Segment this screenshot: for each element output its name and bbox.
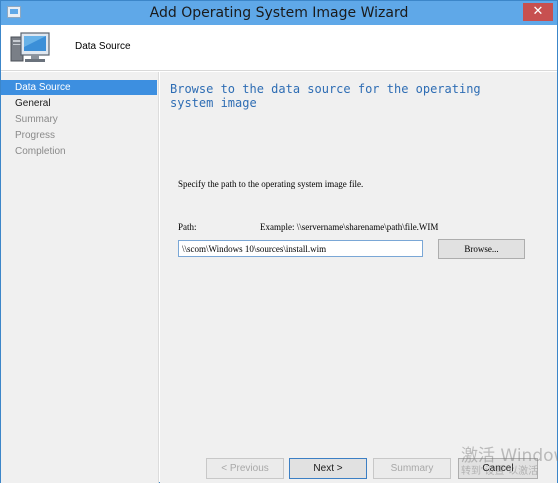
close-button[interactable]: ✕ <box>523 3 553 21</box>
next-button[interactable]: Next > <box>289 458 367 479</box>
sidebar-item-data-source[interactable]: Data Source <box>1 80 157 95</box>
wizard-footer: < Previous Next > Summary Cancel <box>160 454 557 483</box>
wizard-content: Browse to the data source for the operat… <box>160 72 557 454</box>
cancel-button[interactable]: Cancel <box>458 458 538 479</box>
sidebar-item-general[interactable]: General <box>1 96 157 111</box>
sidebar-item-completion[interactable]: Completion <box>1 144 157 159</box>
step-title: Data Source <box>75 41 131 52</box>
sidebar-item-progress[interactable]: Progress <box>1 128 157 143</box>
window-title: Add Operating System Image Wizard <box>149 5 409 21</box>
computer-monitor-icon <box>10 32 50 62</box>
instruction-text: Specify the path to the operating system… <box>178 179 364 189</box>
browse-button[interactable]: Browse... <box>438 239 525 259</box>
path-input[interactable]: \\scom\Windows 10\sources\install.wim <box>178 240 423 257</box>
page-heading: Browse to the data source for the operat… <box>170 82 481 110</box>
previous-button[interactable]: < Previous <box>206 458 284 479</box>
title-bar[interactable]: Add Operating System Image Wizard ✕ <box>1 1 557 25</box>
wizard-header: Data Source <box>1 25 557 71</box>
path-label: Path: <box>178 222 197 232</box>
sidebar-item-summary[interactable]: Summary <box>1 112 157 127</box>
wizard-window: Add Operating System Image Wizard ✕ Data… <box>0 0 558 483</box>
wizard-steps-sidebar: Data Source General Summary Progress Com… <box>1 72 159 483</box>
summary-button[interactable]: Summary <box>373 458 451 479</box>
path-example-text: Example: \\servername\sharename\path\fil… <box>260 222 439 232</box>
